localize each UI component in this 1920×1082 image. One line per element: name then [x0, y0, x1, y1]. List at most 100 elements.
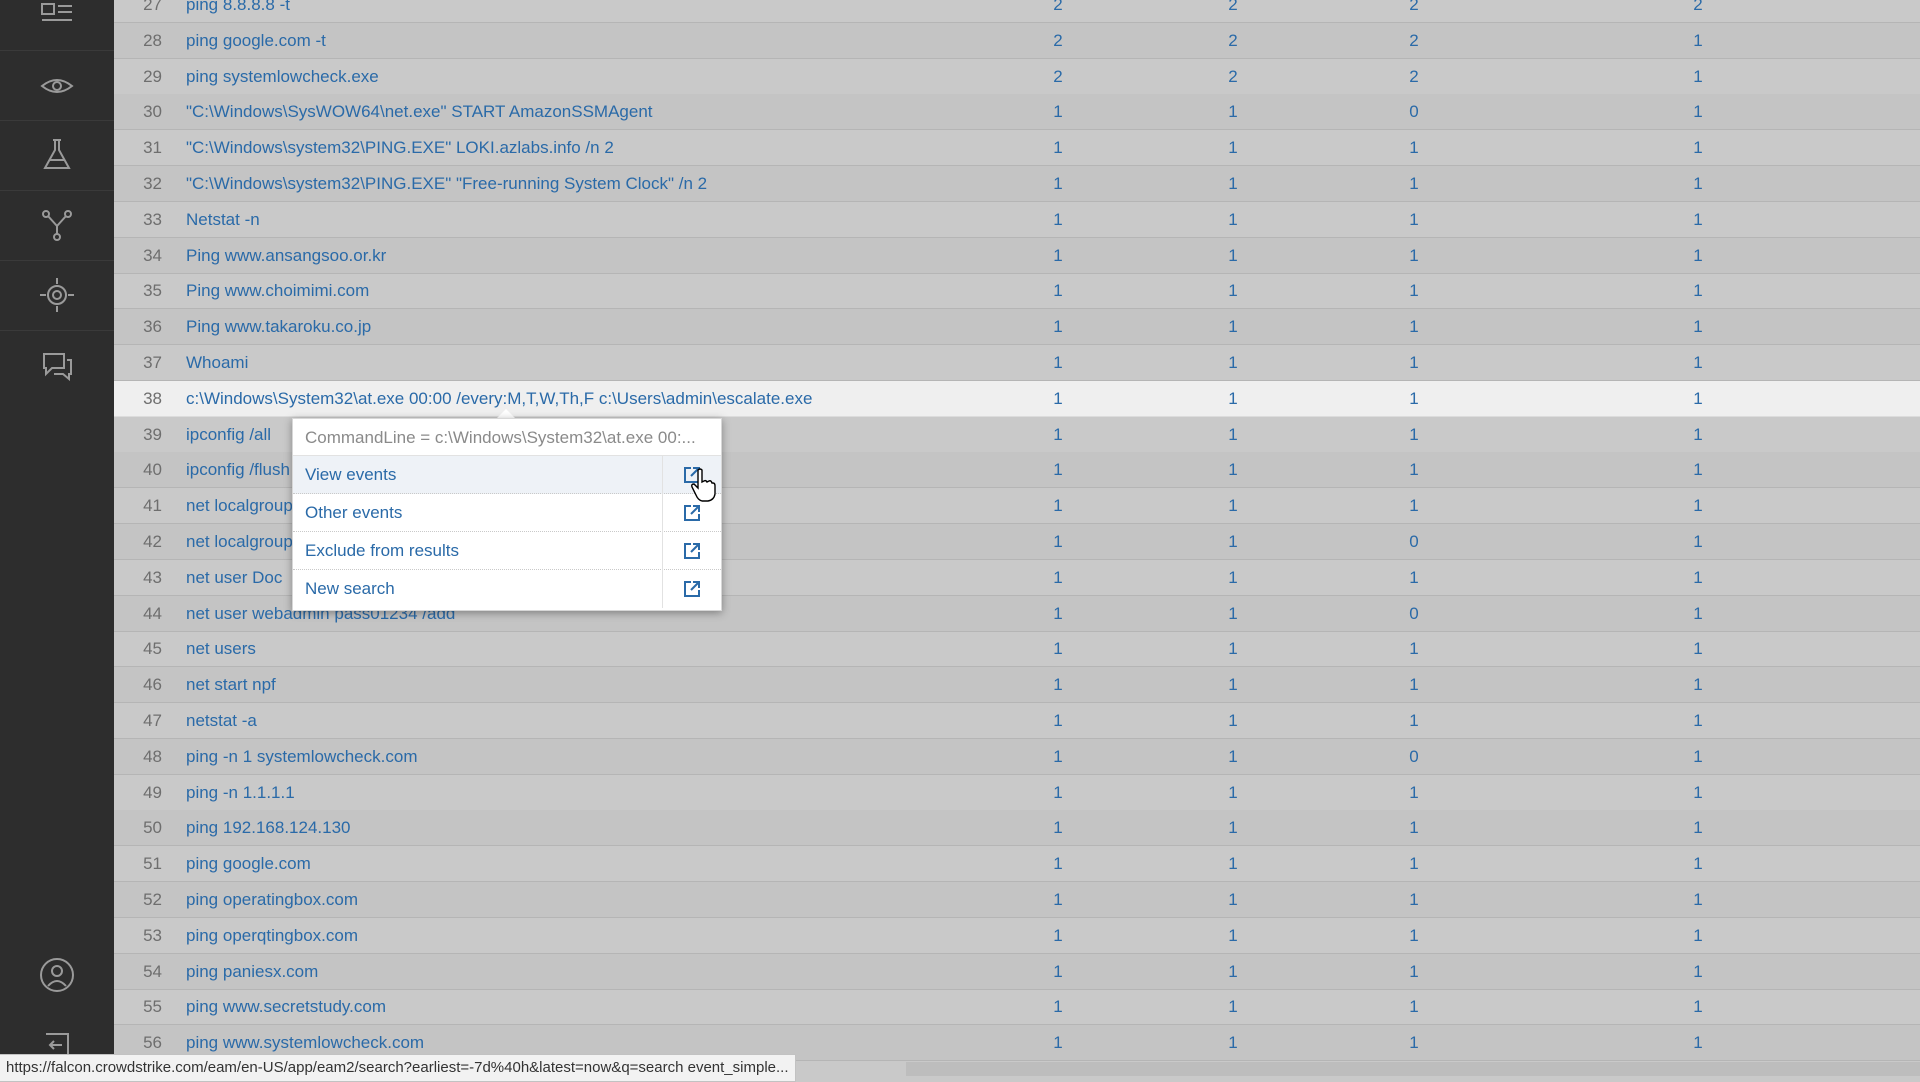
count-cell[interactable]: 1: [1394, 667, 1434, 702]
count-cell[interactable]: 1: [1038, 273, 1078, 308]
new-search-open-new-button[interactable]: [662, 570, 721, 608]
exclude-from-results-menu-item[interactable]: Exclude from results: [293, 532, 721, 570]
command-line-cell[interactable]: ping operqtingbox.com: [186, 918, 358, 953]
count-cell[interactable]: 1: [1213, 631, 1253, 666]
count-cell[interactable]: 1: [1394, 882, 1434, 917]
count-cell[interactable]: 1: [1678, 631, 1718, 666]
count-cell[interactable]: 1: [1213, 273, 1253, 308]
count-cell[interactable]: 1: [1394, 918, 1434, 953]
count-cell[interactable]: 1: [1213, 560, 1253, 595]
count-cell[interactable]: 1: [1678, 596, 1718, 631]
count-cell[interactable]: 1: [1213, 166, 1253, 201]
count-cell[interactable]: 1: [1213, 918, 1253, 953]
command-line-cell[interactable]: ping 192.168.124.130: [186, 810, 351, 845]
count-cell[interactable]: 1: [1678, 94, 1718, 129]
table-row[interactable]: 51 ping google.com 1 1 1 1: [114, 846, 1920, 883]
count-cell[interactable]: 0: [1394, 596, 1434, 631]
table-row[interactable]: 50 ping 192.168.124.130 1 1 1 1: [114, 810, 1920, 847]
table-row[interactable]: 47 netstat -a 1 1 1 1: [114, 703, 1920, 739]
command-line-cell[interactable]: net localgroup: [186, 524, 293, 559]
count-cell[interactable]: 1: [1038, 452, 1078, 487]
count-cell[interactable]: 1: [1038, 846, 1078, 881]
table-row[interactable]: 35 Ping www.choimimi.com 1 1 1 1: [114, 273, 1920, 310]
table-row[interactable]: 37 Whoami 1 1 1 1: [114, 345, 1920, 381]
count-cell[interactable]: 2: [1038, 0, 1078, 22]
count-cell[interactable]: 2: [1394, 23, 1434, 58]
count-cell[interactable]: 1: [1038, 238, 1078, 273]
count-cell[interactable]: 1: [1213, 238, 1253, 273]
table-row[interactable]: 53 ping operqtingbox.com 1 1 1 1: [114, 918, 1920, 954]
count-cell[interactable]: 1: [1394, 989, 1434, 1024]
command-line-cell[interactable]: ipconfig /flush: [186, 452, 290, 487]
command-line-cell[interactable]: net user Doc: [186, 560, 282, 595]
table-row[interactable]: 28 ping google.com -t 2 2 2 1: [114, 22, 1920, 59]
count-cell[interactable]: 1: [1394, 954, 1434, 989]
new-search-label[interactable]: New search: [305, 570, 395, 608]
count-cell[interactable]: 1: [1678, 775, 1718, 810]
table-row[interactable]: 30 "C:\Windows\SysWOW64\net.exe" START Am…: [114, 94, 1920, 131]
count-cell[interactable]: 1: [1213, 381, 1253, 416]
nav-account[interactable]: [0, 940, 114, 1010]
table-row[interactable]: 32 "C:\Windows\system32\PING.EXE" "Free-r…: [114, 166, 1920, 202]
command-line-cell[interactable]: Ping www.ansangsoo.or.kr: [186, 238, 386, 273]
count-cell[interactable]: 1: [1038, 596, 1078, 631]
count-cell[interactable]: 1: [1038, 381, 1078, 416]
count-cell[interactable]: 1: [1213, 739, 1253, 774]
nav-investigate[interactable]: [0, 260, 114, 331]
count-cell[interactable]: 1: [1213, 345, 1253, 380]
table-row[interactable]: 49 ping -n 1.1.1.1 1 1 1 1: [114, 775, 1920, 811]
count-cell[interactable]: 1: [1394, 775, 1434, 810]
table-row[interactable]: 27 ping 8.8.8.8 -t 2 2 2 2: [114, 0, 1920, 23]
command-line-cell[interactable]: ipconfig /all: [186, 417, 271, 452]
count-cell[interactable]: 1: [1678, 59, 1718, 94]
count-cell[interactable]: 1: [1038, 309, 1078, 344]
exclude-open-new-button[interactable]: [662, 532, 721, 570]
count-cell[interactable]: 2: [1038, 23, 1078, 58]
command-line-cell[interactable]: Ping www.takaroku.co.jp: [186, 309, 371, 344]
count-cell[interactable]: 1: [1038, 989, 1078, 1024]
count-cell[interactable]: 0: [1394, 94, 1434, 129]
table-row[interactable]: 52 ping operatingbox.com 1 1 1 1: [114, 882, 1920, 918]
table-row[interactable]: 29 ping systemlowcheck.exe 2 2 2 1: [114, 59, 1920, 95]
count-cell[interactable]: 1: [1213, 488, 1253, 523]
count-cell[interactable]: 1: [1213, 989, 1253, 1024]
count-cell[interactable]: 1: [1394, 273, 1434, 308]
count-cell[interactable]: 1: [1394, 417, 1434, 452]
count-cell[interactable]: 1: [1678, 166, 1718, 201]
command-line-cell[interactable]: ping google.com -t: [186, 23, 326, 58]
count-cell[interactable]: 1: [1213, 130, 1253, 165]
command-line-cell[interactable]: net start npf: [186, 667, 276, 702]
count-cell[interactable]: 0: [1394, 524, 1434, 559]
count-cell[interactable]: 2: [1213, 23, 1253, 58]
view-events-menu-item[interactable]: View events: [293, 456, 721, 494]
command-line-cell[interactable]: ping systemlowcheck.exe: [186, 59, 379, 94]
command-line-cell[interactable]: Ping www.choimimi.com: [186, 273, 369, 308]
count-cell[interactable]: 1: [1394, 560, 1434, 595]
command-line-cell[interactable]: net users: [186, 631, 256, 666]
count-cell[interactable]: 1: [1038, 810, 1078, 845]
command-line-cell[interactable]: ping google.com: [186, 846, 311, 881]
count-cell[interactable]: 1: [1394, 381, 1434, 416]
count-cell[interactable]: 1: [1678, 309, 1718, 344]
other-events-menu-item[interactable]: Other events: [293, 494, 721, 532]
count-cell[interactable]: 1: [1394, 1025, 1434, 1060]
count-cell[interactable]: 1: [1038, 94, 1078, 129]
count-cell[interactable]: 1: [1678, 667, 1718, 702]
count-cell[interactable]: 1: [1038, 667, 1078, 702]
table-row[interactable]: 48 ping -n 1 systemlowcheck.com 1 1 0 1: [114, 738, 1920, 775]
nav-labs[interactable]: [0, 120, 114, 191]
count-cell[interactable]: 1: [1213, 775, 1253, 810]
nav-activity[interactable]: [0, 50, 114, 121]
count-cell[interactable]: 2: [1678, 0, 1718, 22]
count-cell[interactable]: 1: [1213, 94, 1253, 129]
command-line-cell[interactable]: Netstat -n: [186, 202, 260, 237]
count-cell[interactable]: 1: [1678, 452, 1718, 487]
count-cell[interactable]: 1: [1394, 703, 1434, 738]
table-row[interactable]: 36 Ping www.takaroku.co.jp 1 1 1 1: [114, 309, 1920, 346]
count-cell[interactable]: 2: [1213, 59, 1253, 94]
count-cell[interactable]: 1: [1038, 1025, 1078, 1060]
new-search-menu-item[interactable]: New search: [293, 570, 721, 608]
table-row[interactable]: 38 c:\Windows\System32\at.exe 00:00 /ever…: [114, 380, 1920, 417]
count-cell[interactable]: 1: [1678, 918, 1718, 953]
count-cell[interactable]: 1: [1678, 345, 1718, 380]
